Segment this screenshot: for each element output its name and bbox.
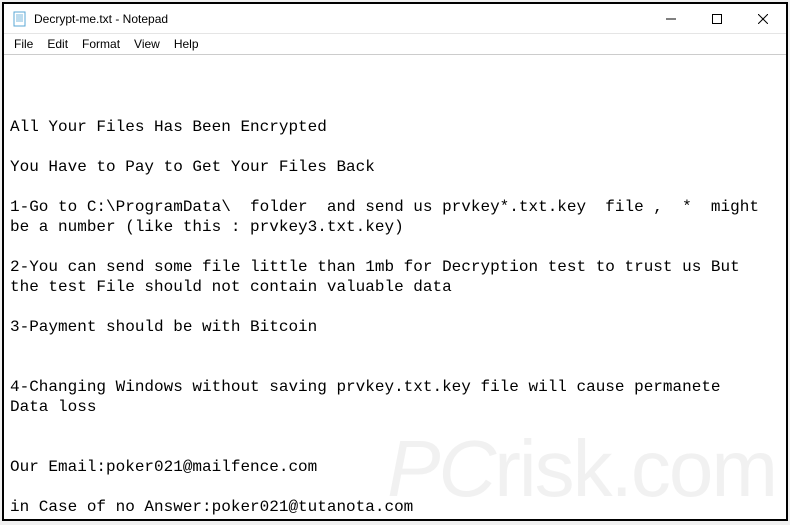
outer-screenshot-frame: Decrypt-me.txt - Notepad File Edit Forma… (2, 2, 788, 521)
maximize-button[interactable] (694, 4, 740, 34)
menu-help[interactable]: Help (168, 36, 205, 52)
text-editor-area[interactable]: PCrisk.com All Your Files Has Been Encry… (4, 54, 786, 519)
titlebar: Decrypt-me.txt - Notepad (4, 4, 786, 34)
window-controls (648, 4, 786, 33)
notepad-icon (12, 11, 28, 27)
menu-view[interactable]: View (128, 36, 166, 52)
window-title: Decrypt-me.txt - Notepad (34, 12, 648, 26)
notepad-window: Decrypt-me.txt - Notepad File Edit Forma… (4, 4, 786, 519)
document-text: All Your Files Has Been Encrypted You Ha… (10, 117, 780, 517)
minimize-button[interactable] (648, 4, 694, 34)
menu-format[interactable]: Format (76, 36, 126, 52)
menubar: File Edit Format View Help (4, 34, 786, 54)
close-button[interactable] (740, 4, 786, 34)
menu-file[interactable]: File (8, 36, 39, 52)
menu-edit[interactable]: Edit (41, 36, 74, 52)
